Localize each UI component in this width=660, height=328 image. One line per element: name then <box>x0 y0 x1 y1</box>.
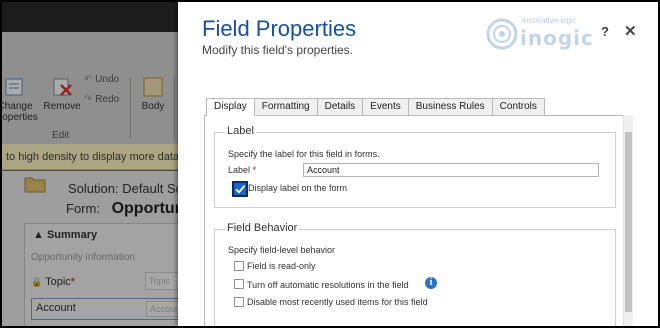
tab-business-rules[interactable]: Business Rules <box>407 98 493 115</box>
dialog-title: Field Properties <box>202 16 357 41</box>
inogic-logo-icon <box>486 18 518 50</box>
field-behavior-section: Field Behavior Specify field-level behav… <box>214 222 616 326</box>
label-field-label: Label * <box>228 165 256 175</box>
tab-formatting[interactable]: Formatting <box>253 98 318 115</box>
help-button[interactable]: ? <box>601 24 609 39</box>
dialog-scrollbar[interactable] <box>623 115 633 326</box>
display-label-checkbox-label: Display label on the form <box>248 183 348 193</box>
tab-details[interactable]: Details <box>316 98 364 115</box>
auto-resolutions-checkbox[interactable] <box>234 279 244 289</box>
field-behavior-section-title: Field Behavior <box>225 222 300 234</box>
scrollbar-thumb[interactable] <box>625 132 632 312</box>
form-editor-background: Change Properties Remove ↶ Undo ↷ Redo E… <box>2 2 205 326</box>
dialog-subtitle: Modify this field's properties. <box>202 43 354 57</box>
inogic-logo: innovative logic inogic <box>486 14 600 54</box>
screenshot-frame: Change Properties Remove ↶ Undo ↷ Redo E… <box>2 2 658 326</box>
tab-events[interactable]: Events <box>362 98 409 115</box>
label-section: Label Specify the label for this field i… <box>214 125 616 208</box>
disable-mru-checkbox[interactable] <box>234 297 244 307</box>
display-label-checkbox[interactable] <box>232 181 248 197</box>
logo-tagline: innovative logic <box>522 16 577 25</box>
tab-display[interactable]: Display <box>206 98 255 116</box>
label-field-label-text: Label <box>228 165 251 175</box>
checkmark-icon <box>235 185 246 194</box>
info-icon[interactable]: i <box>425 277 437 289</box>
read-only-checkbox[interactable] <box>234 261 244 271</box>
field-behavior-description: Specify field-level behavior <box>228 245 336 255</box>
auto-resolutions-checkbox-label: Turn off automatic resolutions in the fi… <box>247 280 409 290</box>
label-text-input[interactable] <box>303 163 599 177</box>
close-button[interactable]: ✕ <box>624 22 637 40</box>
required-marker: * <box>252 165 257 175</box>
logo-wordmark: inogic <box>520 26 594 50</box>
read-only-checkbox-label: Field is read-only <box>247 261 316 271</box>
display-tab-panel: Label Specify the label for this field i… <box>204 115 624 326</box>
tab-controls[interactable]: Controls <box>491 98 545 115</box>
properties-tabs: Display Formatting Details Events Busine… <box>206 98 545 116</box>
label-section-title: Label <box>225 125 256 137</box>
label-section-description: Specify the label for this field in form… <box>228 149 380 159</box>
modal-overlay <box>2 2 182 326</box>
disable-mru-checkbox-label: Disable most recently used items for thi… <box>247 297 428 307</box>
field-properties-dialog: Field Properties Modify this field's pro… <box>178 2 658 326</box>
